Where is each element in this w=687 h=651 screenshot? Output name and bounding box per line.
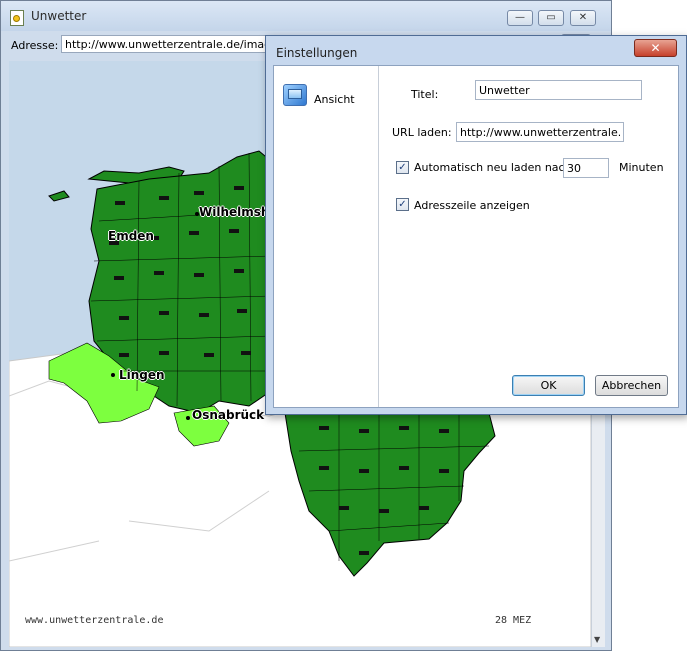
title-bar[interactable]: Unwetter — ▭ ✕ <box>1 1 611 31</box>
title-input[interactable] <box>475 80 642 100</box>
auto-reload-label: Automatisch neu laden nach <box>414 161 572 174</box>
view-window-icon <box>283 84 307 106</box>
city-label-lingen: Lingen <box>119 368 165 382</box>
url-label: URL laden: <box>392 126 452 139</box>
app-icon <box>10 10 24 26</box>
dialog-title: Einstellungen <box>276 46 358 60</box>
minutes-label: Minuten <box>619 161 664 174</box>
city-dot-lingen <box>111 373 115 377</box>
reload-minutes-input[interactable] <box>563 158 609 178</box>
show-address-label: Adresszeile anzeigen <box>414 199 530 212</box>
city-dot-osnabrueck <box>186 416 190 420</box>
title-label: Titel: <box>411 88 439 101</box>
minimize-button[interactable]: — <box>507 10 533 26</box>
scroll-down-icon[interactable]: ▼ <box>594 635 600 644</box>
settings-sidebar: Ansicht <box>274 66 379 407</box>
dialog-close-button[interactable]: ✕ <box>634 39 677 57</box>
auto-reload-checkbox[interactable]: ✓ <box>396 161 409 174</box>
show-address-checkbox[interactable]: ✓ <box>396 198 409 211</box>
city-label-emden: Emden <box>108 229 154 243</box>
sidebar-item-label: Ansicht <box>314 93 355 106</box>
close-button[interactable]: ✕ <box>570 10 596 26</box>
dialog-body: Ansicht Titel: URL laden: ✓ Automatisch … <box>273 65 679 408</box>
maximize-button[interactable]: ▭ <box>538 10 564 26</box>
address-label: Adresse: <box>11 39 59 52</box>
settings-dialog: Einstellungen ✕ Ansicht Titel: URL laden… <box>265 35 687 415</box>
ok-button[interactable]: OK <box>512 375 585 396</box>
url-input[interactable] <box>456 122 624 142</box>
window-title: Unwetter <box>31 9 87 23</box>
map-time-label: 28 MEZ <box>495 615 532 626</box>
city-label-osnabrueck: Osnabrück <box>192 408 265 422</box>
cancel-button[interactable]: Abbrechen <box>595 375 668 396</box>
map-source-label: www.unwetterzentrale.de <box>25 615 164 626</box>
